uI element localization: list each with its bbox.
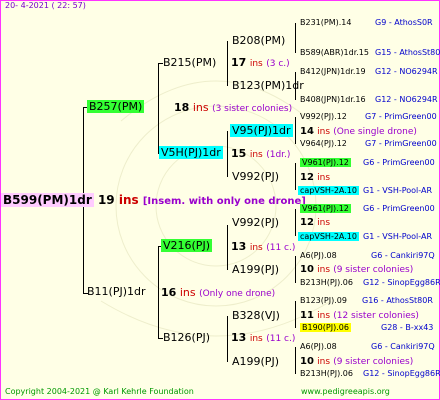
v5h-ins-line: 15 ins (1dr.) [231, 147, 291, 160]
node-a199a[interactable]: A199(PJ) [232, 263, 279, 277]
g4-tail: G15 - AthosSt80R [375, 48, 440, 57]
g4-row[interactable]: V992(PJ).12 [300, 110, 347, 124]
node-b123[interactable]: B123(PM)1dr [232, 79, 304, 93]
g4-tail: G7 - PrimGreen00 [365, 112, 437, 121]
v216-ins-line: 13 ins (11 c.) [231, 240, 296, 253]
site-link[interactable]: www.pedigreeapis.org [301, 385, 390, 399]
g4-tail: G12 - NO6294R [375, 95, 438, 104]
g4-row[interactable]: B213H(PJ).06 [300, 367, 353, 381]
g4-row[interactable]: B213H(PJ).06 [300, 276, 353, 290]
node-v95[interactable]: V95(PJ)1dr [230, 124, 293, 138]
root-name: B599(PM)1dr [1, 193, 94, 207]
connector [227, 41, 228, 86]
connector [295, 209, 296, 236]
g4-row[interactable]: B412(JPN)1dr.19 [300, 65, 366, 79]
g4-row[interactable]: V964(PJ).12 [300, 137, 347, 151]
g4-row[interactable]: V961(PJ).12 [300, 156, 351, 170]
copyright: Copyright 2004-2021 @ Karl Kehrle Founda… [5, 387, 194, 396]
node-v5h[interactable]: V5H(PJ)1dr [159, 146, 223, 160]
connector [158, 63, 159, 153]
connector [158, 246, 159, 338]
g4-row[interactable]: capVSH-2A.10 [298, 184, 359, 198]
g4-row[interactable]: B408(JPN)1dr.16 [300, 93, 366, 107]
g4-row[interactable]: A6(PJ).08 [300, 249, 337, 263]
connector [227, 131, 228, 177]
g4-tail: G9 - AthosS0R [375, 18, 433, 27]
g4-tail: G7 - PrimGreen00 [365, 139, 437, 148]
g4-row[interactable]: B589(ABR)1dr.15 [300, 46, 369, 60]
root-note: [Insem. with only one drone] [142, 196, 306, 207]
node-a199b[interactable]: A199(PJ) [232, 355, 279, 369]
connector [295, 301, 296, 328]
g4-tail: G16 - AthosSt80R [362, 296, 433, 305]
b126-ins-line: 13 ins (11 c.) [231, 331, 296, 344]
v992a-ins-line: 12 ins [300, 172, 331, 183]
a199a-ins-line: 10 ins (9 sister colonies) [300, 264, 414, 275]
connector [227, 225, 228, 270]
g4-row[interactable]: B190(PJ).06 [300, 321, 351, 335]
b257-ins-line: 18 ins (3 sister colonies) [174, 101, 293, 114]
g4-tail: G6 - Cankiri97Q [371, 342, 435, 351]
connector [295, 347, 296, 374]
connector [295, 256, 296, 283]
connector [227, 316, 228, 362]
connector [295, 117, 296, 144]
node-b208[interactable]: B208(PM) [232, 34, 285, 48]
node-b215[interactable]: B215(PM) [163, 56, 216, 70]
g4-tail: G1 - VSH-Pool-AR [363, 232, 433, 241]
b11-ins-line: 16 ins (Only one drone) [161, 286, 276, 299]
v992b-ins-line: 12 ins [300, 217, 331, 228]
connector [295, 163, 296, 190]
g4-tail: G12 - NO6294R [375, 67, 438, 76]
node-b328[interactable]: B328(VJ) [232, 309, 280, 323]
g4-row[interactable]: B231(PM).14 [300, 16, 351, 30]
g4-tail: G1 - VSH-Pool-AR [363, 186, 433, 195]
root-ins: ins [118, 193, 139, 207]
node-b257[interactable]: B257(PM) [87, 100, 145, 114]
date-header: 20- 4-2021 ( 22: 57) [5, 1, 86, 10]
node-b11[interactable]: B11(PJ)1dr [87, 285, 146, 299]
root-num: 19 [97, 193, 115, 207]
g4-tail: G12 - SinopEgg86R [363, 278, 440, 287]
g4-tail: G6 - PrimGreen00 [363, 204, 435, 213]
g4-row[interactable]: A6(PJ).08 [300, 340, 337, 354]
g4-row[interactable]: V961(PJ).12 [300, 202, 351, 216]
g4-tail: G6 - PrimGreen00 [363, 158, 435, 167]
b215-ins-line: 17 ins (3 c.) [231, 56, 290, 69]
node-v216[interactable]: V216(PJ) [161, 239, 212, 253]
node-v992a[interactable]: V992(PJ) [232, 170, 279, 184]
node-b126[interactable]: B126(PJ) [163, 331, 210, 345]
node-v992b[interactable]: V992(PJ) [232, 216, 279, 230]
root-node[interactable]: B599(PM)1dr 19 ins [Insem. with only one… [1, 193, 306, 209]
g4-row[interactable]: B123(PJ).09 [300, 294, 347, 308]
g4-tail: G12 - SinopEgg86R [363, 369, 440, 378]
g4-tail: G6 - Cankiri97Q [371, 251, 435, 260]
pedigree-chart: 20- 4-2021 ( 22: 57) Copyright 2004-2021… [0, 0, 440, 400]
connector [295, 23, 296, 53]
g4-row[interactable]: capVSH-2A.10 [298, 230, 359, 244]
g4-tail: G28 - B-xx43 [381, 323, 434, 332]
